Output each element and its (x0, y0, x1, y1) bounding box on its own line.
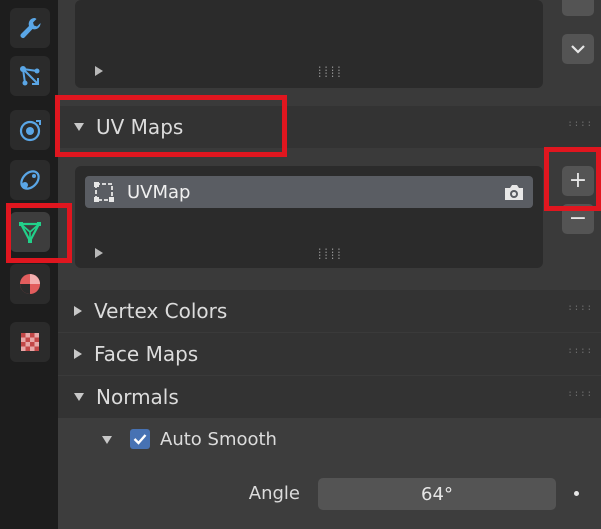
uv-map-item[interactable]: UVMap (85, 176, 533, 208)
uv-map-name: UVMap (127, 181, 191, 203)
angle-label: Angle (248, 483, 300, 504)
scroll-up-button[interactable] (562, 0, 594, 16)
particles-tab[interactable] (10, 56, 50, 96)
auto-smooth-label: Auto Smooth (160, 429, 277, 450)
top-list-box: :::::::: (75, 0, 543, 88)
uv-map-icon (94, 182, 114, 202)
face-maps-panel-header[interactable]: Face Maps :::: (58, 333, 601, 375)
highlight-add-button (544, 147, 601, 211)
expand-triangle-icon (74, 306, 82, 316)
collapse-triangle-icon (74, 393, 84, 401)
angle-field[interactable]: 64° (318, 478, 556, 510)
chevron-down-icon (571, 45, 585, 54)
face-maps-label: Face Maps (94, 342, 199, 366)
expand-arrow-icon[interactable] (95, 248, 103, 258)
resize-grip-icon[interactable]: :::::::: (317, 247, 343, 262)
normals-panel-header[interactable]: Normals :::: (58, 376, 601, 418)
texture-tab[interactable] (10, 322, 50, 362)
drag-handle-icon[interactable]: :::: (567, 120, 593, 129)
animate-property-dot-icon[interactable] (574, 491, 579, 496)
drag-handle-icon[interactable]: :::: (567, 390, 593, 399)
expand-arrow-icon[interactable] (95, 66, 103, 76)
collapse-triangle-icon[interactable] (102, 436, 112, 444)
auto-smooth-checkbox[interactable] (130, 429, 150, 449)
highlight-uv-maps-header (55, 95, 287, 157)
physics-icon (19, 120, 41, 142)
particles-icon (20, 66, 40, 86)
highlight-mesh-data-tab (6, 203, 72, 263)
checkmark-icon (133, 434, 147, 445)
camera-icon[interactable] (503, 182, 525, 202)
expand-triangle-icon (74, 349, 82, 359)
constraints-tab[interactable] (10, 160, 50, 200)
constraints-icon (20, 170, 40, 190)
tool-tab[interactable] (10, 8, 50, 48)
vertex-colors-label: Vertex Colors (94, 299, 228, 323)
physics-tab[interactable] (10, 110, 50, 150)
vertex-colors-panel-header[interactable]: Vertex Colors :::: (58, 290, 601, 332)
wrench-icon (20, 17, 41, 39)
material-icon (20, 274, 40, 294)
minus-icon: − (568, 206, 588, 231)
normals-label: Normals (96, 385, 179, 409)
drag-handle-icon[interactable]: :::: (567, 347, 593, 356)
texture-icon (21, 333, 39, 351)
material-tab[interactable] (10, 264, 50, 304)
specials-menu-button[interactable] (562, 34, 594, 64)
drag-handle-icon[interactable]: :::: (567, 304, 593, 313)
properties-tab-strip (0, 0, 58, 529)
resize-grip-icon[interactable]: :::::::: (317, 65, 343, 80)
